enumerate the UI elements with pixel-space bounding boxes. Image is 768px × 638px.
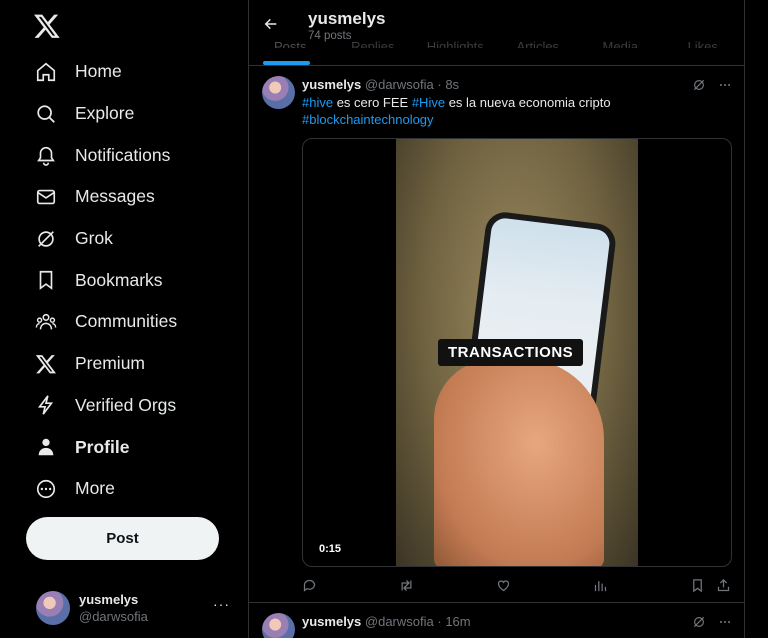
tweet[interactable]: yusmelys @darwsofia · 8s #hive es cero F…	[249, 66, 744, 603]
post-button[interactable]: Post	[26, 517, 219, 560]
more-horizontal-icon[interactable]: ···	[213, 596, 230, 612]
retweet-icon[interactable]	[399, 578, 415, 594]
nav-label: Home	[75, 61, 122, 82]
tweet-text-segment: es la nueva economia cripto	[445, 95, 611, 110]
tweet-header: yusmelys @darwsofia · 16m	[302, 614, 471, 629]
sidebar: Home Explore Notifications Messages Grok…	[0, 0, 248, 638]
more-circle-icon	[26, 477, 66, 501]
nav-label: Bookmarks	[75, 269, 163, 290]
tweet-text-segment: es cero FEE	[333, 95, 412, 110]
avatar[interactable]	[262, 76, 295, 109]
grok-icon[interactable]	[692, 78, 706, 92]
nav-label: Verified Orgs	[75, 394, 177, 415]
nav-label: Grok	[75, 228, 113, 249]
avatar	[36, 591, 70, 625]
nav-notifications[interactable]: Notifications	[26, 134, 226, 176]
nav-label: Notifications	[75, 144, 171, 165]
tab-posts[interactable]: Posts	[249, 38, 332, 48]
hashtag-link[interactable]: #blockchaintechnology	[302, 112, 434, 127]
profile-tabs: Posts Replies Highlights Articles Media …	[249, 38, 744, 66]
tweet-text: #hive es cero FEE #Hive es la nueva econ…	[302, 94, 732, 128]
tab-highlights[interactable]: Highlights	[414, 38, 497, 48]
bookmark-icon	[26, 268, 66, 292]
nav-explore[interactable]: Explore	[26, 93, 226, 135]
x-logo-icon[interactable]	[33, 12, 61, 40]
hashtag-link[interactable]: #hive	[302, 95, 333, 110]
nav-grok[interactable]: Grok	[26, 218, 226, 260]
tweet-actions	[302, 578, 732, 594]
account-handle: @darwsofia	[79, 609, 148, 624]
tweet-top-actions	[692, 78, 732, 92]
nav-label: Explore	[75, 103, 135, 124]
communities-icon	[26, 310, 66, 334]
tab-replies[interactable]: Replies	[332, 38, 415, 48]
hashtag-link[interactable]: #Hive	[412, 95, 445, 110]
nav-profile[interactable]: Profile	[26, 426, 226, 468]
timestamp[interactable]: 8s	[445, 77, 459, 92]
nav-communities[interactable]: Communities	[26, 301, 226, 343]
like-icon[interactable]	[496, 578, 512, 594]
nav-messages[interactable]: Messages	[26, 176, 226, 218]
lightning-icon	[26, 393, 66, 417]
nav-label: Premium	[75, 353, 146, 374]
nav-home[interactable]: Home	[26, 51, 226, 93]
back-arrow-icon[interactable]	[263, 16, 279, 32]
reply-icon[interactable]	[302, 578, 318, 594]
more-horizontal-icon[interactable]	[718, 78, 732, 92]
author-name[interactable]: yusmelys	[302, 614, 361, 629]
separator: ·	[437, 77, 442, 92]
nav-label: Profile	[75, 436, 130, 457]
x-logo-icon	[26, 352, 66, 376]
nav-bookmarks[interactable]: Bookmarks	[26, 259, 226, 301]
page-title: yusmelys	[308, 9, 386, 28]
video-player[interactable]: TRANSACTIONS 0:15	[302, 138, 732, 567]
video-duration: 0:15	[319, 543, 342, 555]
grok-icon	[26, 227, 66, 251]
tweet-top-actions	[692, 615, 732, 629]
bell-icon	[26, 143, 66, 167]
author-name[interactable]: yusmelys	[302, 77, 361, 92]
views-icon[interactable]	[593, 578, 609, 594]
search-icon	[26, 102, 66, 126]
share-icon[interactable]	[716, 578, 732, 594]
bookmark-icon[interactable]	[690, 578, 706, 594]
tab-articles[interactable]: Articles	[497, 38, 580, 48]
nav-premium[interactable]: Premium	[26, 343, 226, 385]
timestamp[interactable]: 16m	[445, 614, 470, 629]
active-tab-indicator	[263, 61, 310, 65]
account-name: yusmelys	[79, 592, 139, 607]
video-caption: TRANSACTIONS	[438, 339, 584, 366]
person-icon	[26, 435, 66, 459]
hand-image	[434, 359, 604, 566]
nav-label: More	[75, 478, 115, 499]
nav-verified-orgs[interactable]: Verified Orgs	[26, 385, 226, 427]
profile-header: yusmelys 74 posts Posts Replies Highligh…	[249, 0, 744, 66]
envelope-icon	[26, 185, 66, 209]
author-handle[interactable]: @darwsofia	[365, 77, 434, 92]
tweet-header: yusmelys @darwsofia · 8s	[302, 77, 459, 92]
home-icon	[26, 60, 66, 84]
more-horizontal-icon[interactable]	[718, 615, 732, 629]
primary-nav: Home Explore Notifications Messages Grok…	[26, 51, 226, 510]
main-column: yusmelys 74 posts Posts Replies Highligh…	[248, 0, 745, 638]
grok-icon[interactable]	[692, 615, 706, 629]
nav-label: Messages	[75, 186, 155, 207]
tab-likes[interactable]: Likes	[662, 38, 745, 48]
nav-label: Communities	[75, 311, 178, 332]
tab-media[interactable]: Media	[579, 38, 662, 48]
separator: ·	[437, 614, 442, 629]
nav-more[interactable]: More	[26, 468, 226, 510]
author-handle[interactable]: @darwsofia	[365, 614, 434, 629]
avatar[interactable]	[262, 613, 295, 638]
tweet[interactable]: yusmelys @darwsofia · 16m	[249, 603, 744, 638]
account-switcher[interactable]: yusmelys @darwsofia ···	[36, 588, 236, 628]
